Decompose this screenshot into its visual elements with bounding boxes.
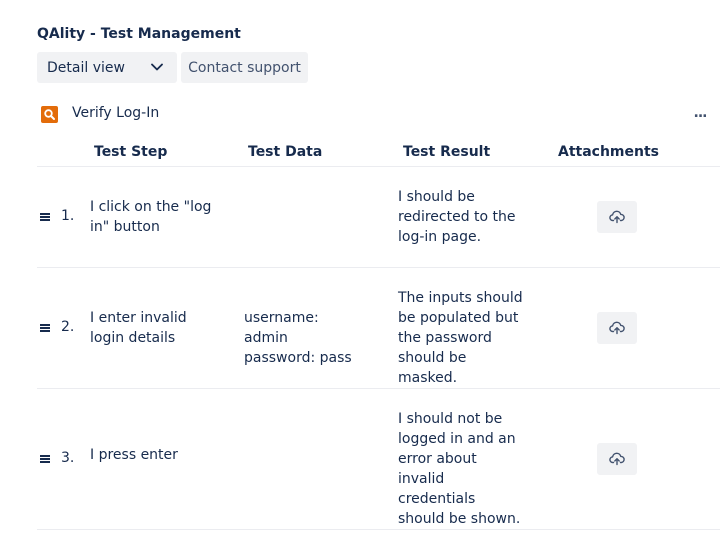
- more-actions-button[interactable]: ...: [690, 106, 710, 126]
- column-header-attachments: Attachments: [558, 144, 660, 160]
- contact-support-button[interactable]: Contact support: [181, 52, 308, 83]
- upload-attachment-button[interactable]: [597, 312, 637, 344]
- drag-handle-icon[interactable]: [40, 324, 50, 332]
- column-header-test-data: Test Data: [248, 144, 323, 160]
- upload-attachment-button[interactable]: [597, 201, 637, 233]
- drag-handle-icon[interactable]: [40, 213, 50, 221]
- step-number: 3.: [61, 450, 75, 466]
- cloud-upload-icon: [609, 321, 625, 335]
- test-result-cell[interactable]: I should not be logged in and an error a…: [398, 409, 526, 529]
- chevron-down-icon: [151, 63, 163, 71]
- column-header-test-step: Test Step: [94, 144, 168, 160]
- test-result-cell[interactable]: The inputs should be populated but the p…: [398, 288, 526, 388]
- test-data-cell[interactable]: username: admin password: pass: [244, 308, 359, 368]
- app-title: QAlity - Test Management: [37, 26, 241, 42]
- test-step-cell[interactable]: I enter invalid login details: [90, 308, 220, 348]
- test-result-cell[interactable]: I should be redirected to the log-in pag…: [398, 187, 526, 247]
- view-select[interactable]: Detail view: [37, 52, 177, 83]
- cloud-upload-icon: [609, 210, 625, 224]
- search-icon: [44, 109, 55, 120]
- test-case-title[interactable]: Verify Log-In: [72, 105, 159, 121]
- table-row: 2. I enter invalid login details usernam…: [37, 268, 720, 389]
- column-header-test-result: Test Result: [403, 144, 491, 160]
- drag-handle-icon[interactable]: [40, 455, 50, 463]
- test-step-cell[interactable]: I click on the "log in" button: [90, 197, 215, 237]
- test-type-icon: [41, 106, 58, 123]
- cloud-upload-icon: [609, 452, 625, 466]
- test-step-cell[interactable]: I press enter: [90, 445, 220, 465]
- view-select-value: Detail view: [47, 59, 125, 76]
- table-row: 1. I click on the "log in" button I shou…: [37, 167, 720, 268]
- table-row: 3. I press enter I should not be logged …: [37, 389, 720, 530]
- step-number: 2.: [61, 319, 75, 335]
- upload-attachment-button[interactable]: [597, 443, 637, 475]
- step-number: 1.: [61, 208, 75, 224]
